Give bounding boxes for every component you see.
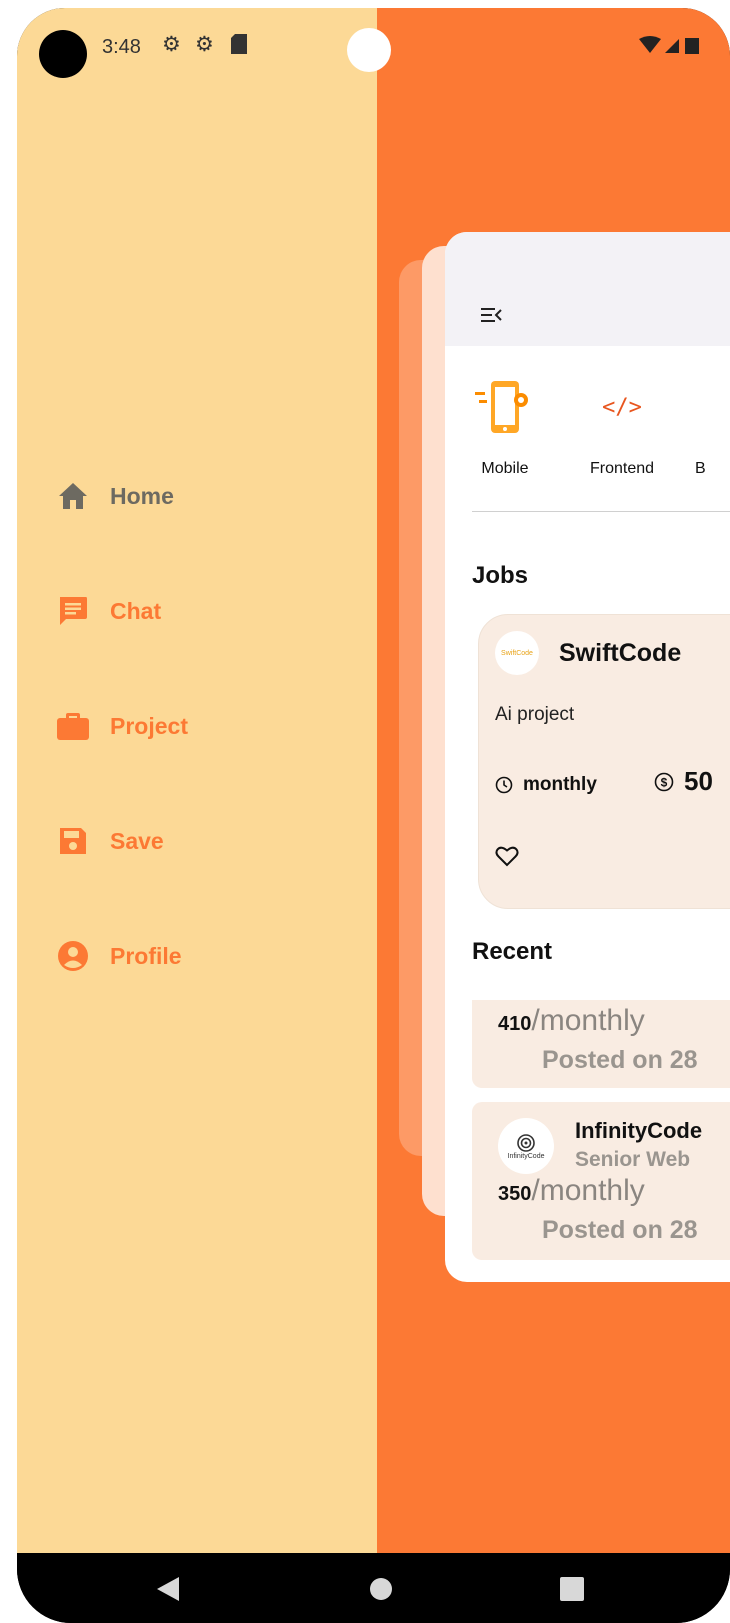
clock-icon — [495, 776, 513, 794]
back-icon[interactable] — [157, 1577, 179, 1601]
company-logo: InfinityCode — [498, 1118, 554, 1174]
drawer-item-label: Home — [110, 482, 174, 509]
posted-date: Posted on 28 — [542, 1046, 698, 1074]
chat-icon — [55, 593, 91, 629]
period-label: monthly — [523, 774, 597, 795]
app-header — [445, 232, 730, 346]
profile-icon — [55, 938, 91, 974]
camera-cutout — [39, 30, 87, 78]
drawer-item-profile[interactable]: Profile — [55, 936, 188, 976]
category-partial[interactable]: B — [695, 458, 706, 478]
svg-text:$: $ — [661, 775, 668, 789]
job-period: monthly — [495, 774, 597, 796]
floating-dot — [347, 28, 391, 72]
company-logo-text: SwiftCode — [501, 649, 533, 657]
posted-date: Posted on 28 — [542, 1216, 698, 1244]
settings-icon: ⚙ — [195, 32, 214, 56]
job-salary: $ 50 — [654, 766, 713, 797]
category-label: Mobile — [481, 460, 529, 477]
category-label: B — [695, 460, 706, 477]
category-frontend[interactable]: </> Frontend — [590, 380, 654, 478]
jobs-title: Jobs — [472, 562, 529, 589]
home-icon — [55, 478, 91, 514]
mobile-icon — [475, 380, 535, 436]
signal-icon — [637, 36, 707, 61]
drawer-item-project[interactable]: Project — [55, 706, 188, 746]
drawer-item-label: Project — [110, 712, 188, 739]
app-preview-card[interactable]: Mobile </> Frontend B Jobs SwiftCode Swi… — [445, 232, 730, 1282]
phone-screen: 3:48 ⚙ ⚙ Home Chat Project Save Profile … — [17, 8, 730, 1623]
category-mobile[interactable]: Mobile — [475, 380, 535, 478]
recent-job-item[interactable]: InfinityCode InfinityCode Senior Web 350… — [472, 1102, 730, 1260]
category-row: Mobile </> Frontend B — [445, 346, 730, 516]
recent-title: Recent — [472, 938, 553, 965]
status-bar: 3:48 ⚙ ⚙ — [17, 8, 730, 78]
job-card[interactable]: SwiftCode SwiftCode Ai project monthly $… — [478, 614, 730, 909]
job-role: Senior Web — [575, 1148, 691, 1171]
company-logo-text: InfinityCode — [507, 1152, 545, 1160]
job-description: Ai project — [495, 704, 575, 725]
home-nav-icon[interactable] — [370, 1578, 392, 1600]
divider — [472, 511, 730, 512]
briefcase-icon — [55, 708, 91, 744]
job-rate: 410/monthly — [498, 1004, 645, 1038]
menu-open-icon[interactable] — [481, 306, 503, 328]
drawer-item-save[interactable]: Save — [55, 821, 188, 861]
drawer-item-home[interactable]: Home — [55, 476, 188, 516]
company-logo: SwiftCode — [495, 631, 539, 675]
recent-job-item[interactable]: 410/monthly Posted on 28 — [472, 1000, 730, 1088]
drawer-item-label: Save — [110, 827, 164, 854]
category-label: Frontend — [590, 460, 655, 477]
salary-value: 50 — [684, 766, 713, 796]
recents-icon[interactable] — [560, 1577, 584, 1601]
drawer-item-label: Profile — [110, 942, 182, 969]
drawer-item-chat[interactable]: Chat — [55, 591, 188, 631]
drawer-menu: Home Chat Project Save Profile — [55, 476, 188, 1051]
target-icon — [517, 1133, 535, 1152]
drawer-item-label: Chat — [110, 597, 162, 624]
save-icon — [55, 823, 91, 859]
rate-period: /monthly — [531, 1174, 645, 1207]
company-name: SwiftCode — [559, 639, 682, 667]
rate-value: 350 — [498, 1183, 532, 1205]
rate-value: 410 — [498, 1013, 532, 1035]
job-rate: 350/monthly — [498, 1174, 645, 1208]
status-time: 3:48 — [102, 36, 141, 58]
sd-card-icon — [231, 34, 247, 58]
rate-period: /monthly — [531, 1004, 645, 1037]
company-name: InfinityCode — [575, 1118, 703, 1143]
settings-icon: ⚙ — [162, 32, 181, 56]
dollar-icon: $ — [654, 772, 674, 792]
system-nav-bar — [17, 1553, 730, 1623]
code-icon: </> — [602, 395, 642, 420]
heart-icon[interactable] — [495, 845, 519, 871]
